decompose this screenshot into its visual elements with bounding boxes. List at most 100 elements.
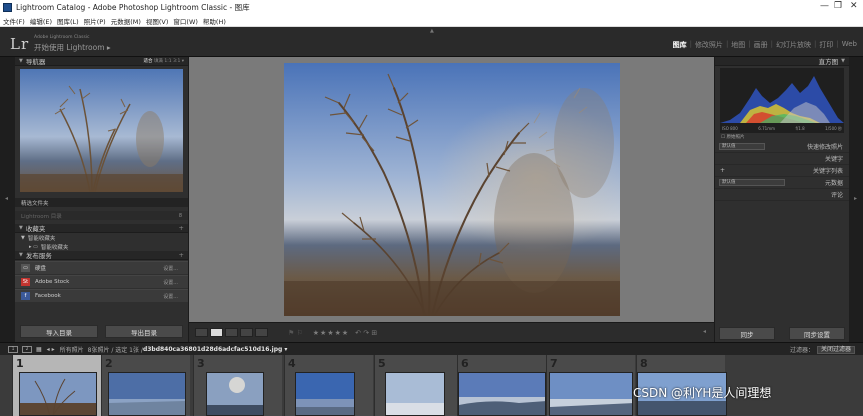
keyword-list-row[interactable]: + 关键字列表 [715, 165, 849, 177]
service-setup-link[interactable]: 设置... [163, 279, 178, 286]
left-panel-arrow-icon[interactable]: ◂ [5, 195, 8, 202]
thumbnail-image[interactable] [19, 372, 97, 416]
module-slideshow[interactable]: 幻灯片放映 [776, 40, 811, 50]
import-catalog-button[interactable]: 导入目录 [20, 325, 98, 338]
navigator-title: 导航器 [25, 58, 46, 66]
quick-develop-preset[interactable]: 默认值 [719, 143, 765, 150]
flag-icon[interactable]: ⚑ ⚐ [288, 329, 303, 337]
thumbnail-cell-7[interactable]: 7 [546, 355, 635, 416]
menu-edit[interactable]: 编辑(E) [30, 16, 52, 26]
zoom-1-1[interactable]: 1:1 [164, 59, 171, 64]
thumbnail-image[interactable] [458, 372, 546, 416]
keywording-row[interactable]: 关键字 [715, 153, 849, 165]
menu-help[interactable]: 帮助(H) [203, 16, 226, 26]
compare-view-icon[interactable] [225, 328, 238, 337]
source-label[interactable]: 所有照片 [60, 345, 84, 354]
smart-collections-row[interactable]: ▼ 智能收藏夹 [15, 233, 188, 242]
quick-develop-row[interactable]: 默认值 快速修改照片 [715, 141, 849, 153]
top-panel-toggle-icon[interactable]: ▲ [430, 28, 434, 34]
get-started-link[interactable]: 开始使用 Lightroom ▸ [34, 42, 111, 53]
filter-select[interactable]: 关闭过滤器 [816, 345, 855, 354]
folder-row[interactable]: Lightroom 目录 8 [15, 211, 188, 220]
service-adobe-stock[interactable]: St Adobe Stock 设置... [15, 275, 188, 288]
service-hard-drive[interactable]: ▭ 硬盘 设置... [15, 261, 188, 274]
histogram[interactable]: ISO 800 6.71mm f/1.8 1/500 秒 [720, 68, 844, 133]
module-web[interactable]: Web [842, 40, 857, 50]
navigator-zoom-options: 适合 填满 1:1 3:1 ▾ [144, 58, 185, 64]
thumbnail-cell-3[interactable]: 3 [193, 355, 282, 416]
star-rating[interactable]: ★★★★★ [313, 329, 349, 337]
module-separator: | [689, 40, 692, 48]
maximize-button[interactable]: ❐ [834, 1, 842, 11]
sync-button[interactable]: 同步 [719, 327, 775, 340]
original-photo-label: 原始照片 [726, 135, 745, 140]
module-map[interactable]: 地图 [731, 40, 745, 50]
export-catalog-button[interactable]: 导出目录 [105, 325, 183, 338]
thumbnail-image[interactable] [108, 372, 186, 416]
metadata-row[interactable]: 默认值 元数据 [715, 177, 849, 189]
thumbnail-cell-6[interactable]: 6 [457, 355, 546, 416]
loupe-view-icon[interactable] [210, 328, 223, 337]
zoom-fill[interactable]: 填满 [154, 59, 163, 64]
people-view-icon[interactable] [255, 328, 268, 337]
menu-window[interactable]: 窗口(W) [173, 16, 198, 26]
menu-metadata[interactable]: 元数据(M) [111, 16, 141, 26]
add-service-button[interactable]: + [179, 251, 184, 259]
histogram-header[interactable]: 直方图 ▼ [715, 57, 849, 66]
thumbnail-image[interactable] [206, 372, 264, 416]
screen-1-button[interactable]: 1 [8, 345, 18, 353]
screen-2-button[interactable]: 2 [22, 345, 32, 353]
loupe-view[interactable] [189, 57, 714, 322]
right-panel-toggle-strip[interactable]: ▸ [849, 57, 863, 342]
smart-collections-label: 智能收藏夹 [27, 235, 56, 242]
module-book[interactable]: 画册 [754, 40, 768, 50]
thumbnail-number: 7 [550, 357, 558, 370]
comments-row[interactable]: 评论 [715, 189, 849, 201]
navigator-preview[interactable] [20, 69, 183, 192]
service-setup-link[interactable]: 设置... [163, 265, 178, 272]
menu-file[interactable]: 文件(F) [3, 16, 25, 26]
add-collection-button[interactable]: + [179, 224, 184, 232]
nav-arrows[interactable]: ◂ ▸ [47, 346, 55, 353]
folder-count: 8 [178, 212, 182, 219]
thumbnail-cell-1[interactable]: 1 [12, 355, 101, 416]
module-develop[interactable]: 修改照片 [695, 40, 723, 50]
thumbnail-image[interactable] [549, 372, 633, 416]
checkbox-icon[interactable]: ☐ [721, 135, 725, 140]
survey-view-icon[interactable] [240, 328, 253, 337]
close-button[interactable]: ✕ [850, 1, 858, 11]
folder-path: Lightroom 目录 [21, 213, 62, 220]
menu-view[interactable]: 视图(V) [146, 16, 169, 26]
thumbnail-cell-5[interactable]: 5 [374, 355, 463, 416]
minimize-button[interactable]: — [820, 1, 829, 11]
right-panel-arrow-icon[interactable]: ▸ [854, 195, 857, 202]
thumbnail-cell-2[interactable]: 2 [101, 355, 190, 416]
menu-photo[interactable]: 照片(P) [84, 16, 106, 26]
thumbnail-image[interactable] [295, 372, 355, 416]
metadata-preset[interactable]: 默认值 [719, 179, 785, 186]
service-setup-link[interactable]: 设置... [163, 293, 178, 300]
thumbnail-image[interactable] [385, 372, 445, 416]
module-library[interactable]: 图库 [673, 40, 687, 50]
zoom-3-1[interactable]: 3:1 ▾ [173, 59, 184, 64]
thumbnail-cell-4[interactable]: 4 [284, 355, 373, 416]
sync-settings-button[interactable]: 同步设置 [789, 327, 845, 340]
original-photo-toggle[interactable]: ☐ 原始照片 [715, 133, 849, 141]
menu-library[interactable]: 图库(L) [57, 16, 79, 26]
left-panel-toggle-strip[interactable]: ◂ [0, 57, 15, 342]
add-keyword-button[interactable]: + [720, 167, 725, 174]
current-filename[interactable]: d3bd840ca36801d28d6adcfac510d16.jpg ▾ [143, 346, 288, 353]
grid-icon[interactable]: ▦ [36, 346, 42, 353]
folders-section[interactable]: 精选文件夹 [15, 198, 188, 207]
collections-header[interactable]: ▼ 收藏夹 + [15, 224, 188, 233]
smart-folder-label: 精选文件夹 [21, 200, 49, 207]
publish-services-header[interactable]: ▼ 发布服务 + [15, 251, 188, 260]
navigator-header[interactable]: ▼ 导航器 适合 填满 1:1 3:1 ▾ [15, 57, 188, 66]
module-print[interactable]: 打印 [819, 40, 833, 50]
service-facebook[interactable]: f Facebook 设置... [15, 289, 188, 302]
histogram-title: 直方图 [818, 58, 839, 66]
grid-view-icon[interactable] [195, 328, 208, 337]
zoom-fit[interactable]: 适合 [144, 59, 153, 64]
toolbar-menu-icon[interactable]: ◂ [703, 328, 706, 335]
rotate-icons[interactable]: ↶ ↷ ⊞ [355, 329, 377, 337]
